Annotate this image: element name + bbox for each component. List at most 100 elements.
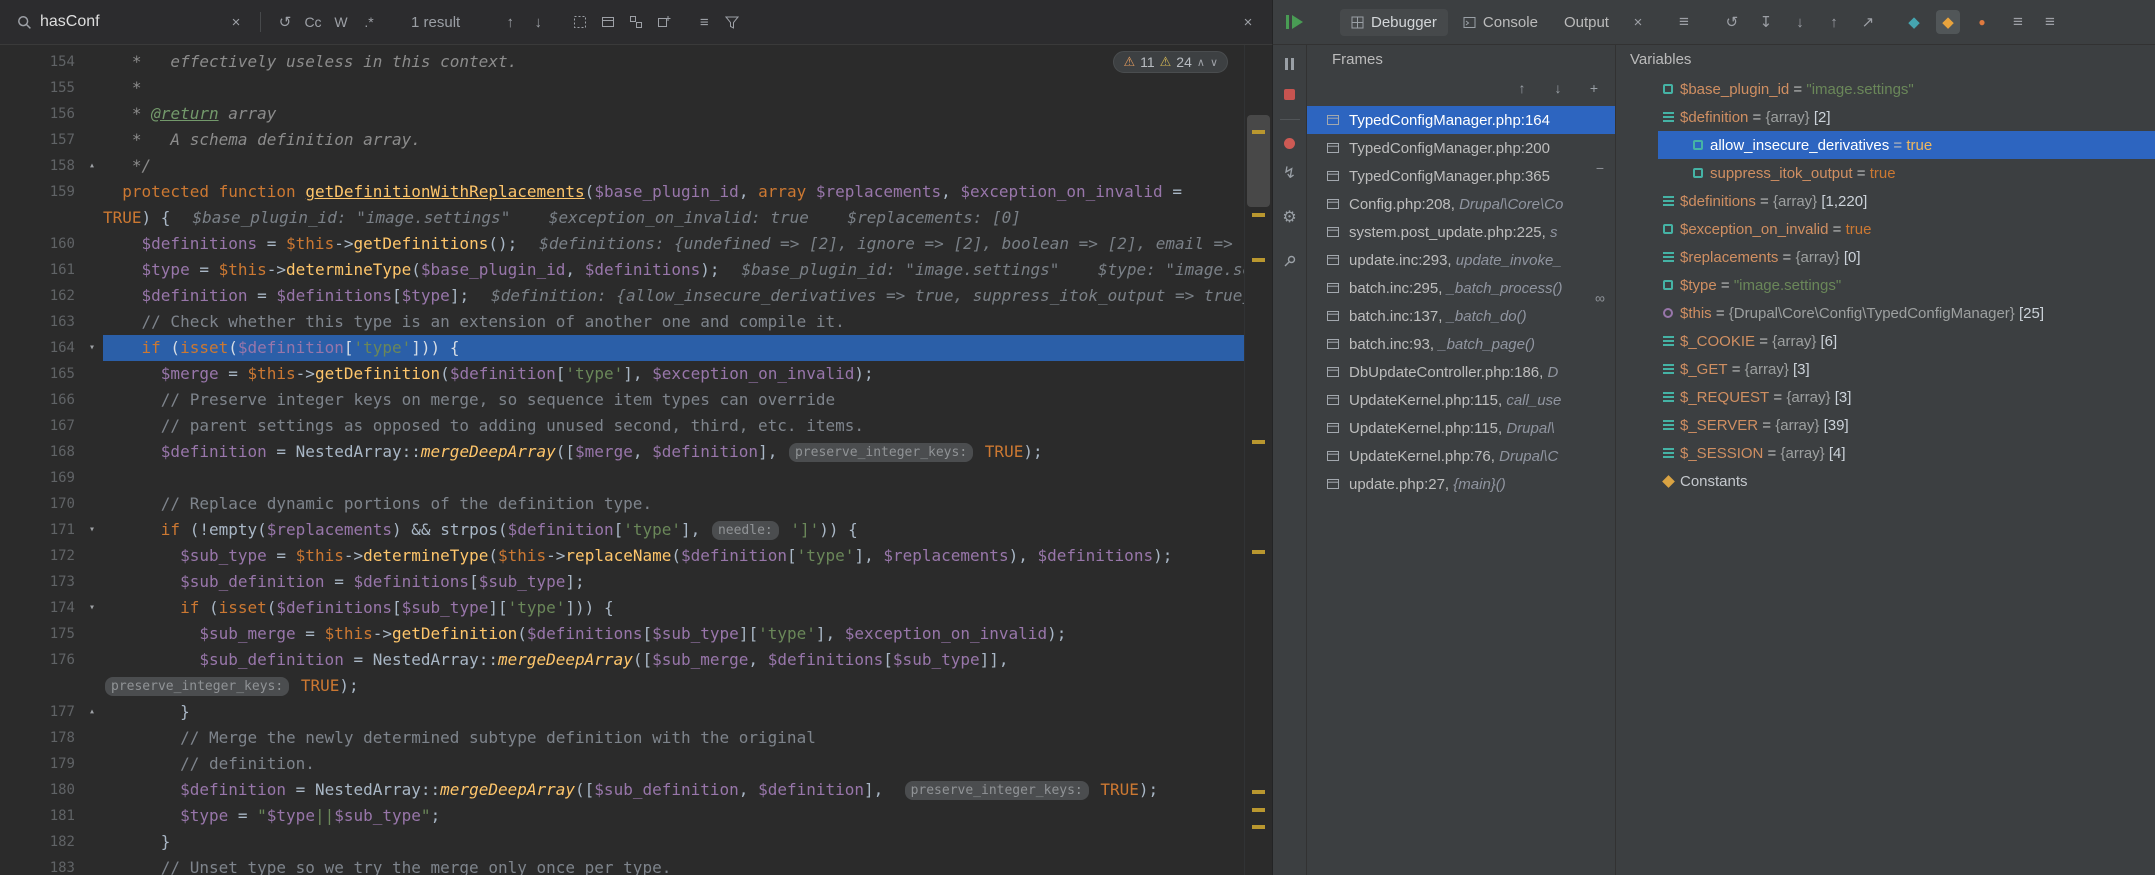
warning-stripe-mark[interactable] [1252,808,1265,812]
tab-output[interactable]: Output [1553,9,1620,36]
next-occurrence-icon[interactable]: ↓ [526,10,550,34]
code-line-155: 155 * [0,75,1244,101]
prev-occurrence-icon[interactable]: ↑ [498,10,522,34]
variable-row[interactable]: $base_plugin_id = "image.settings" [1616,75,2155,103]
close-search-icon[interactable]: × [1236,10,1260,34]
regex-toggle[interactable]: .* [357,10,381,34]
open-in-new-icon[interactable]: ↗ [1856,10,1880,34]
variable-row[interactable]: $exception_on_invalid = true [1616,215,2155,243]
pause-button[interactable] [1277,51,1303,77]
frame-row[interactable]: Config.php:208, Drupal\Core\Co [1307,190,1615,218]
warning-stripe-mark[interactable] [1252,790,1265,794]
fold-marker-icon[interactable]: ▾ [81,517,103,543]
variable-row[interactable]: $replacements = {array} [0] [1616,243,2155,271]
line-number: 167 [49,418,75,434]
variable-row[interactable]: suppress_itok_output = true [1616,159,2155,187]
code-text: $merge = $this->getDefinition($definitio… [160,364,874,383]
frame-row[interactable]: TypedConfigManager.php:200 [1307,134,1615,162]
tab-output-label: Output [1563,13,1609,31]
stop-button[interactable] [1277,81,1303,107]
more-options-icon[interactable]: ≡ [2038,10,2062,34]
frame-row[interactable]: TypedConfigManager.php:164 [1307,106,1615,134]
collapse-button[interactable]: − [1589,157,1611,179]
restore-layout-icon[interactable]: ↺ [1720,10,1744,34]
move-down-icon[interactable]: ↓ [1788,10,1812,34]
inspections-widget[interactable]: ⚠ 11 ⚠ 24 ∧ ∨ [1113,51,1228,73]
add-occurrence-icon[interactable] [652,10,676,34]
editor[interactable]: 154 * effectively useless in this contex… [0,45,1272,875]
warning-stripe-mark[interactable] [1252,213,1265,217]
variable-row[interactable]: allow_insecure_derivatives = true [1616,131,2155,159]
variable-row[interactable]: $_COOKIE = {array} [6] [1616,327,2155,355]
frame-row[interactable]: batch.inc:295, _batch_process() [1307,274,1615,302]
error-stripe[interactable] [1244,45,1272,875]
settings-button[interactable]: ⚙ [1277,204,1303,230]
variable-row[interactable]: $definition = {array} [2] [1616,103,2155,131]
frame-row[interactable]: TypedConfigManager.php:365 [1307,162,1615,190]
fold-marker-icon[interactable]: ▴ [81,153,103,179]
open-results-icon[interactable] [596,10,620,34]
save-layout-icon[interactable]: ↧ [1754,10,1778,34]
layout-settings-icon[interactable]: ≡ [2006,10,2030,34]
variable-row[interactable]: $type = "image.settings" [1616,271,2155,299]
filter-results-icon[interactable] [720,10,744,34]
layout-menu-icon[interactable]: ≡ [1672,10,1696,34]
pin-button[interactable] [1277,248,1303,274]
move-up-icon[interactable]: ↑ [1822,10,1846,34]
resume-button[interactable] [1282,10,1306,34]
frame-row[interactable]: batch.inc:93, _batch_page() [1307,330,1615,358]
search-history-icon[interactable]: ↺ [273,10,297,34]
frame-up-button[interactable]: ↑ [1511,77,1533,99]
code-area[interactable]: 154 * effectively useless in this contex… [0,45,1244,875]
gutter-space [81,751,103,777]
view-breakpoints-button[interactable] [1277,130,1303,156]
mute-breakpoints-button[interactable]: ↯ [1277,160,1303,186]
next-warning-icon[interactable]: ∨ [1210,56,1218,69]
frame-row[interactable]: UpdateKernel.php:115, Drupal\ [1307,414,1615,442]
find-in-selection-icon[interactable] [568,10,592,34]
variable-row[interactable]: Constants [1616,467,2155,495]
warning-stripe-mark[interactable] [1252,130,1265,134]
frame-row[interactable]: update.php:27, {main}() [1307,470,1615,498]
highlight-all-icon[interactable] [624,10,648,34]
variable-row[interactable]: $_REQUEST = {array} [3] [1616,383,2155,411]
variable-row[interactable]: $_GET = {array} [3] [1616,355,2155,383]
evaluate-watch-button[interactable]: ∞ [1589,287,1611,309]
add-watch-button[interactable]: + [1583,77,1605,99]
frame-row[interactable]: UpdateKernel.php:115, call_use [1307,386,1615,414]
frame-row[interactable]: batch.inc:137, _batch_do() [1307,302,1615,330]
warning-stripe-mark[interactable] [1252,825,1265,829]
frames-header: Frames [1307,45,1615,73]
warning-stripe-mark[interactable] [1252,258,1265,262]
match-case-toggle[interactable]: Cc [301,10,325,34]
evaluate-expression-icon[interactable]: ◆ [1902,10,1926,34]
code-line-170: 170 // Replace dynamic portions of the d… [0,491,1244,517]
prev-warning-icon[interactable]: ∧ [1197,56,1205,69]
show-watches-icon[interactable]: ◆ [1935,10,1960,34]
frame-row[interactable]: update.inc:293, update_invoke_ [1307,246,1615,274]
variable-row[interactable]: $this = {Drupal\Core\Config\TypedConfigM… [1616,299,2155,327]
variable-row[interactable]: $_SESSION = {array} [4] [1616,439,2155,467]
fold-marker-icon[interactable]: ▴ [81,699,103,725]
fold-marker-icon[interactable]: ▾ [81,335,103,361]
clear-search-icon[interactable]: × [224,10,248,34]
search-input[interactable]: hasConf [40,13,190,31]
warning-stripe-mark[interactable] [1252,550,1265,554]
frame-row[interactable]: DbUpdateController.php:186, D [1307,358,1615,386]
tab-console[interactable]: Console [1452,9,1549,36]
frame-row[interactable]: system.post_update.php:225, s [1307,218,1615,246]
fold-marker-icon[interactable]: ▾ [81,595,103,621]
frame-row[interactable]: UpdateKernel.php:76, Drupal\C [1307,442,1615,470]
variable-row[interactable]: $_SERVER = {array} [39] [1616,411,2155,439]
whole-words-toggle[interactable]: W [329,10,353,34]
frame-down-button[interactable]: ↓ [1547,77,1569,99]
search-settings-icon[interactable]: ≡ [692,10,716,34]
listening-indicator-icon[interactable]: ● [1970,10,1994,34]
tab-debugger[interactable]: Debugger [1340,8,1448,36]
scrollbar-thumb[interactable] [1247,115,1270,207]
warning-stripe-mark[interactable] [1252,440,1265,444]
close-tab-icon[interactable]: × [1626,10,1650,34]
line-number: 159 [49,184,75,200]
gutter-space [81,725,103,751]
variable-row[interactable]: $definitions = {array} [1,220] [1616,187,2155,215]
